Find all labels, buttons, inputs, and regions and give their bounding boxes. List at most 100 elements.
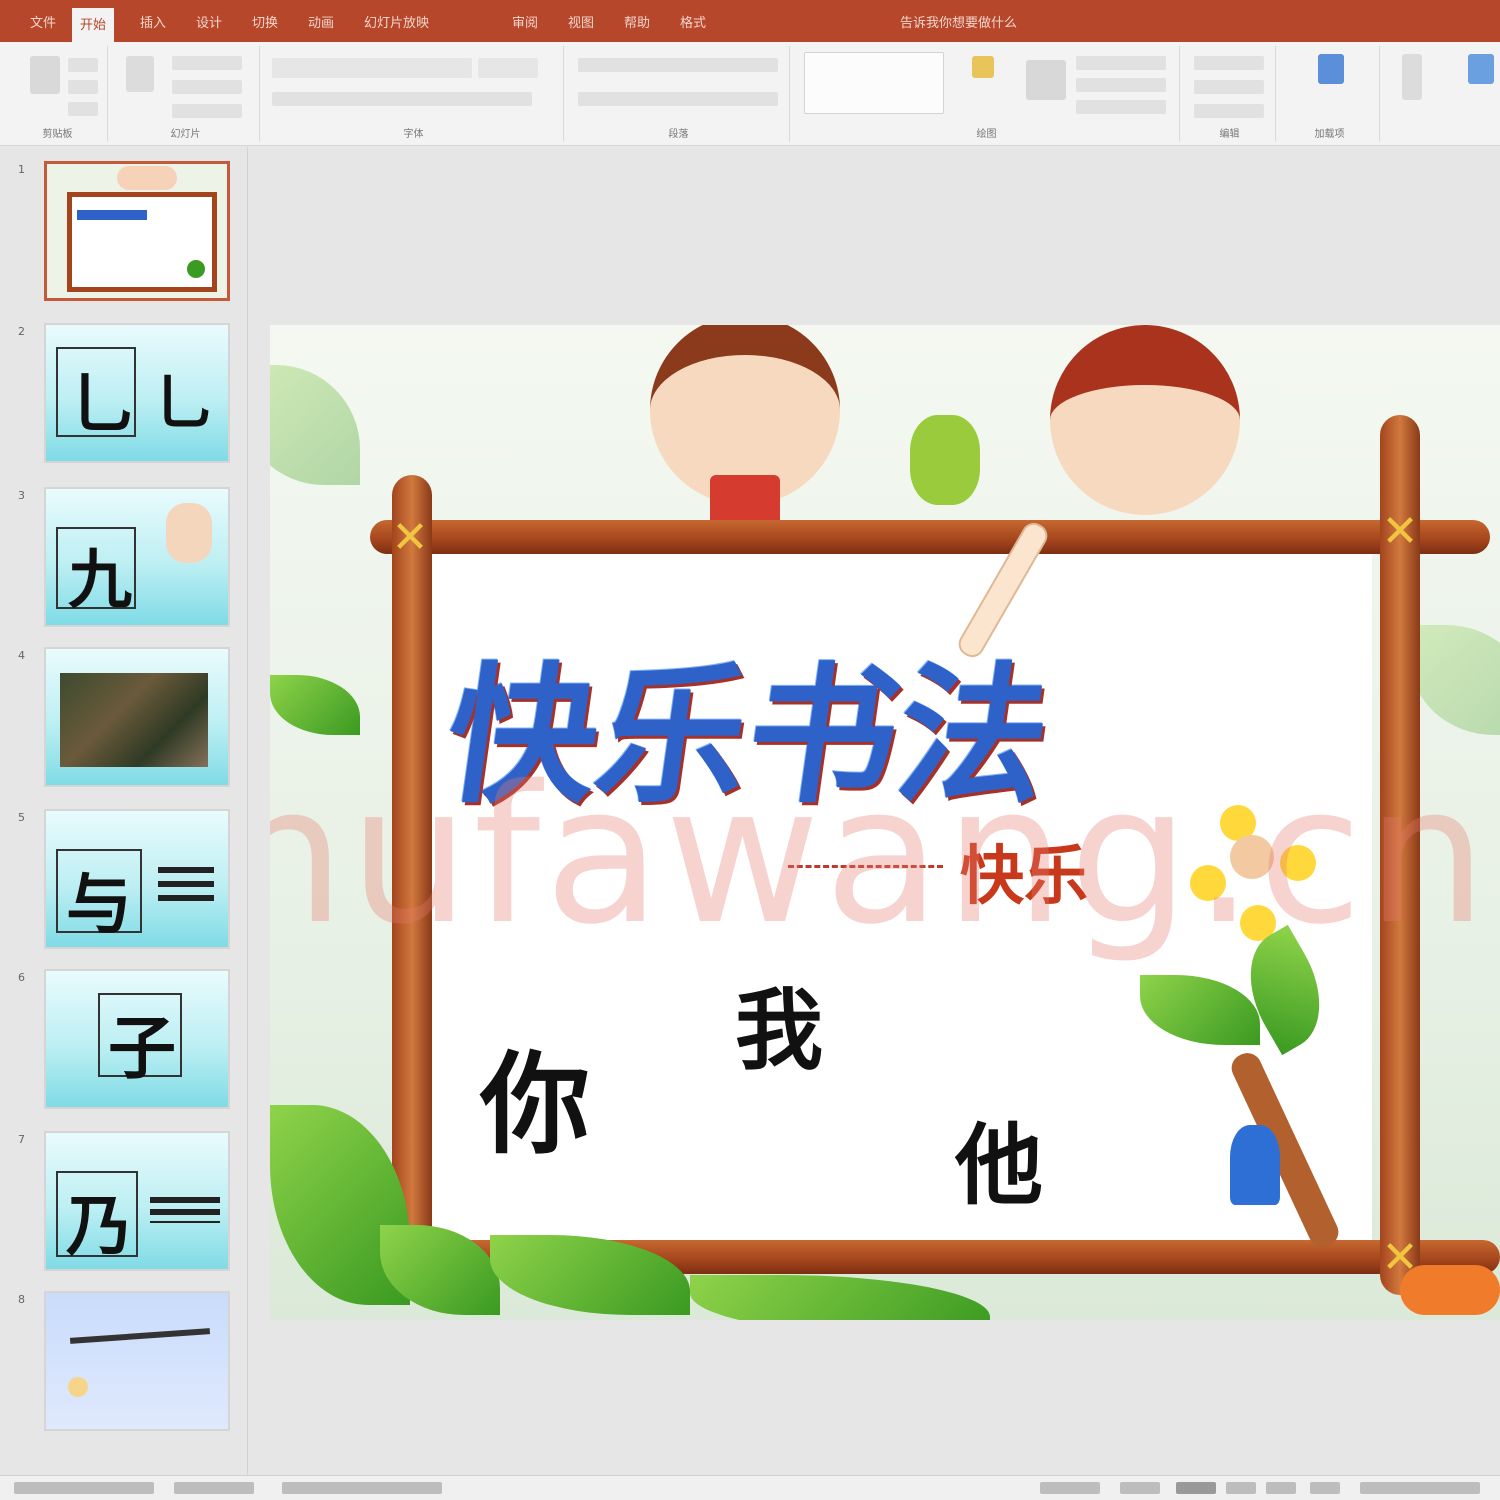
group-font: 字体 [264, 46, 564, 142]
girl-figure [1050, 325, 1240, 515]
tab-transitions[interactable]: 切换 [252, 12, 278, 34]
slide-number: 3 [18, 489, 25, 502]
thumbnail-slide-6[interactable]: 6 子 [18, 969, 230, 1109]
thumb-kids-mark [117, 166, 177, 190]
slide-number: 5 [18, 811, 25, 824]
font-family-select[interactable] [272, 58, 472, 78]
find-button[interactable] [1194, 56, 1264, 70]
boy-shirt [710, 475, 780, 525]
slide-pronoun: 他 [955, 1113, 1044, 1217]
paste-icon[interactable] [30, 56, 60, 94]
tell-me-search[interactable]: 告诉我你想要做什么 [900, 12, 1017, 34]
notes-button[interactable] [1040, 1482, 1100, 1494]
slide-pronoun: 你 [480, 1040, 590, 1169]
arrange-icon[interactable] [972, 56, 994, 78]
thumbnail-slide-4[interactable]: 4 [18, 647, 230, 787]
list-buttons[interactable] [578, 58, 778, 72]
select-button[interactable] [1194, 104, 1264, 118]
slide-subtitle: 快乐 [960, 839, 1088, 914]
group-editing: 编辑 [1184, 46, 1276, 142]
quick-styles-icon[interactable] [1026, 60, 1066, 100]
thumb-figure [68, 1377, 88, 1397]
shape-fill-button[interactable] [1076, 56, 1166, 70]
group-clipboard: 剪贴板 [8, 46, 108, 142]
thumbnail-slide-3[interactable]: 3 九 [18, 487, 230, 627]
thumb-char: 乃 [66, 1187, 132, 1265]
small-palm [1230, 1125, 1280, 1205]
subtitle-dash [788, 865, 943, 868]
group-addins: 加载项 [1280, 46, 1380, 142]
slideshow-button[interactable] [1310, 1482, 1340, 1494]
voice-icon[interactable] [1402, 54, 1422, 100]
tab-review[interactable]: 审阅 [512, 12, 538, 34]
thumbnail-image [44, 647, 230, 787]
group-label: 幻灯片 [170, 129, 201, 140]
frame-tie: ✕ [391, 512, 429, 563]
tab-home[interactable]: 开始 [72, 8, 115, 42]
thumbnail-slide-2[interactable]: 2 乚 乚 [18, 323, 230, 463]
thumbnail-slide-1[interactable]: 1 [18, 161, 230, 301]
accessibility-status[interactable] [282, 1482, 442, 1494]
thumbnail-image: 与 [44, 809, 230, 949]
thumb-tree-mark [187, 260, 205, 278]
sorter-view-button[interactable] [1226, 1482, 1256, 1494]
normal-view-button[interactable] [1176, 1482, 1216, 1494]
zoom-slider[interactable] [1360, 1482, 1480, 1494]
thumb-title-mark [77, 210, 147, 220]
orange-decoration [1400, 1265, 1500, 1315]
tab-design[interactable]: 设计 [196, 12, 222, 34]
slide-number: 8 [18, 1293, 25, 1306]
thumbnail-slide-8[interactable]: 8 [18, 1291, 230, 1431]
language-status[interactable] [174, 1482, 254, 1494]
slide-number: 1 [18, 163, 25, 176]
tab-slideshow[interactable]: 幻灯片放映 [364, 12, 429, 34]
thumbnail-image: 乃 [44, 1131, 230, 1271]
thumbnail-slide-5[interactable]: 5 与 [18, 809, 230, 949]
slide-canvas[interactable]: ✕ ✕ ✕ ✕ 快 乐 书 法 快乐 你 我 他 Shufawang.cn [270, 325, 1500, 1320]
align-buttons[interactable] [578, 92, 778, 106]
font-size-select[interactable] [478, 58, 538, 78]
frame-log-top [370, 520, 1490, 554]
slide-count-status [14, 1482, 154, 1494]
tab-format[interactable]: 格式 [680, 12, 706, 34]
slide-title-char: 法 [885, 648, 1061, 824]
cut-button[interactable] [68, 58, 98, 72]
shape-effects-button[interactable] [1076, 100, 1166, 114]
designer-icon[interactable] [1468, 54, 1494, 84]
thumb-char: 九 [68, 543, 132, 618]
layout-button[interactable] [172, 56, 242, 70]
section-button[interactable] [172, 104, 242, 118]
addin-icon[interactable] [1318, 54, 1344, 84]
thumb-char: 子 [108, 1009, 177, 1089]
shapes-gallery[interactable] [804, 52, 944, 114]
reading-view-button[interactable] [1266, 1482, 1296, 1494]
thumb-char: 乚 [70, 365, 136, 443]
slide-pronoun: 我 [735, 978, 824, 1082]
font-format-buttons[interactable] [272, 92, 532, 106]
ribbon: 剪贴板 幻灯片 字体 段落 绘图 编辑 加载项 [0, 42, 1500, 146]
comments-button[interactable] [1120, 1482, 1160, 1494]
new-slide-icon[interactable] [126, 56, 154, 92]
thumb-figure [166, 503, 212, 563]
format-painter-button[interactable] [68, 102, 98, 116]
group-paragraph: 段落 [568, 46, 790, 142]
reset-button[interactable] [172, 80, 242, 94]
copy-button[interactable] [68, 80, 98, 94]
background-leaf [1410, 625, 1500, 735]
tab-view[interactable]: 视图 [568, 12, 594, 34]
tab-insert[interactable]: 插入 [140, 12, 166, 34]
slide-number: 4 [18, 649, 25, 662]
slide-thumbnail-pane: 1 2 乚 乚 3 九 4 5 与 6 子 7 乃 8 [0, 147, 248, 1475]
slide-title-char: 书 [735, 648, 911, 824]
thumbnail-image: 子 [44, 969, 230, 1109]
shape-outline-button[interactable] [1076, 78, 1166, 92]
group-drawing: 绘图 [794, 46, 1180, 142]
tab-help[interactable]: 帮助 [624, 12, 650, 34]
thumbnail-slide-7[interactable]: 7 乃 [18, 1131, 230, 1271]
tab-animations[interactable]: 动画 [308, 12, 334, 34]
replace-button[interactable] [1194, 80, 1264, 94]
tab-file[interactable]: 文件 [30, 12, 56, 34]
thumb-char: 乚 [154, 369, 214, 439]
thumbnail-image: 九 [44, 487, 230, 627]
slide-number: 6 [18, 971, 25, 984]
